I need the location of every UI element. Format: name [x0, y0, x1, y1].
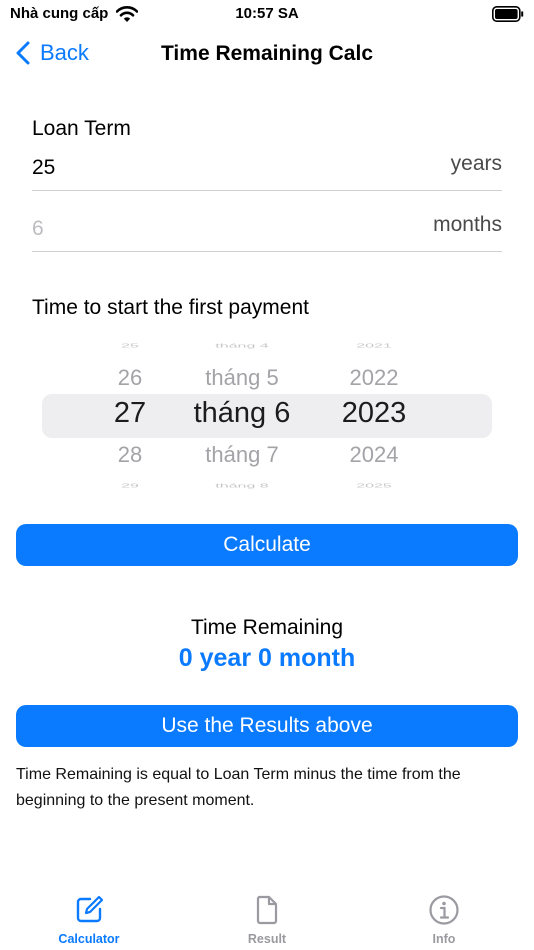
first-payment-label: Time to start the first payment	[32, 296, 309, 319]
day-option-edge: 25	[121, 343, 139, 349]
time-remaining-label: Time Remaining	[190, 616, 344, 639]
use-results-button[interactable]: Use the Results above	[16, 705, 518, 747]
month-option-selected[interactable]: tháng 6	[178, 397, 306, 430]
tab-calculator-label: Calculator	[58, 932, 120, 946]
status-time: 10:57 SA	[235, 5, 299, 22]
day-option[interactable]: 26	[100, 365, 160, 391]
years-field[interactable]: 25 years	[32, 148, 502, 191]
page-title: Time Remaining Calc	[160, 42, 373, 65]
day-option-edge: 29	[121, 482, 139, 489]
tab-result[interactable]: Result	[207, 880, 327, 946]
year-option[interactable]: 2024	[324, 442, 424, 468]
year-option[interactable]: 2022	[324, 365, 424, 391]
year-option-selected[interactable]: 2023	[324, 397, 424, 430]
tab-calculator[interactable]: Calculator	[29, 880, 149, 946]
status-bar: Nhà cung cấp 10:57 SA	[0, 0, 534, 30]
info-icon	[429, 895, 459, 925]
edit-icon	[76, 895, 104, 923]
battery-icon	[492, 6, 524, 22]
year-wheel[interactable]: 2021 2022 2023 2024 2025	[324, 343, 424, 489]
months-field[interactable]: 6 months	[32, 209, 502, 252]
tab-bar: Calculator Result Info	[0, 880, 534, 950]
tab-info[interactable]: Info	[384, 880, 504, 946]
day-wheel[interactable]: 25 26 27 28 29	[100, 343, 160, 489]
month-option-edge: tháng 4	[215, 343, 269, 349]
navigation-bar: Back Time Remaining Calc	[0, 30, 534, 80]
year-option-edge: 2025	[356, 482, 392, 489]
month-option[interactable]: tháng 7	[178, 442, 306, 468]
month-option-edge: tháng 8	[215, 482, 269, 489]
year-option-edge: 2021	[356, 343, 392, 349]
months-input[interactable]: 6	[32, 217, 44, 241]
years-unit-label: years	[450, 152, 502, 175]
day-option[interactable]: 28	[100, 442, 160, 468]
time-remaining-value: 0 year 0 month	[178, 644, 356, 672]
day-option-selected[interactable]: 27	[100, 397, 160, 430]
document-icon	[256, 895, 278, 925]
month-wheel[interactable]: tháng 4 tháng 5 tháng 6 tháng 7 tháng 8	[178, 343, 306, 489]
loan-term-label: Loan Term	[32, 117, 131, 140]
tab-result-label: Result	[247, 932, 287, 946]
calculate-button[interactable]: Calculate	[16, 524, 518, 566]
description-text: Time Remaining is equal to Loan Term min…	[16, 766, 461, 809]
month-option[interactable]: tháng 5	[178, 365, 306, 391]
years-input[interactable]: 25	[32, 156, 55, 180]
tab-info-label: Info	[432, 932, 456, 946]
date-picker[interactable]: 25 26 27 28 29 tháng 4 tháng 5 tháng 6 t…	[42, 343, 492, 489]
months-unit-label: months	[433, 213, 502, 236]
